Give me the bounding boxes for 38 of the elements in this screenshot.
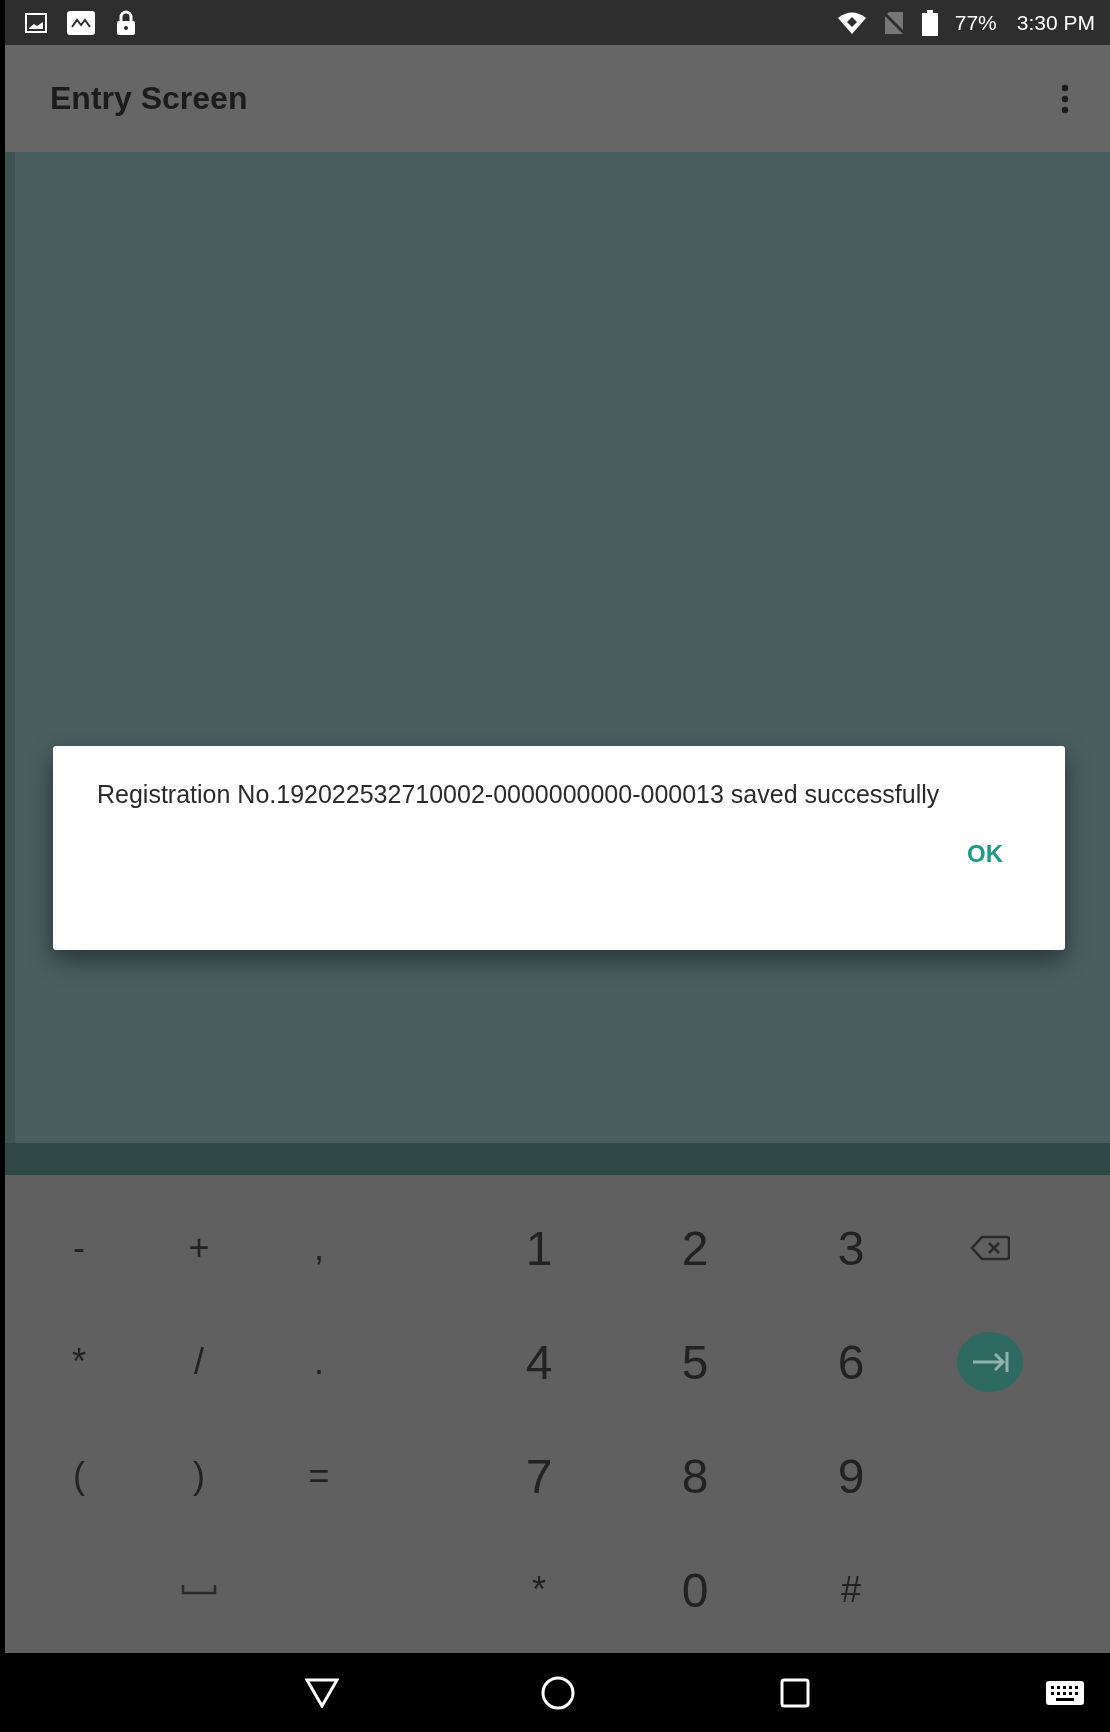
symbol-key[interactable]: - <box>67 1227 91 1269</box>
no-sim-icon <box>882 10 905 35</box>
symbol-key[interactable]: # <box>835 1569 867 1611</box>
symbol-key[interactable]: * <box>66 1341 92 1383</box>
symbol-key[interactable]: * <box>526 1569 552 1611</box>
back-icon[interactable] <box>305 1677 339 1708</box>
mountain-icon <box>67 10 95 35</box>
digit-key[interactable]: 7 <box>519 1448 559 1504</box>
ok-button[interactable]: OK <box>959 836 1011 872</box>
digit-key[interactable]: 5 <box>675 1334 715 1390</box>
digit-key[interactable]: 4 <box>519 1334 559 1390</box>
symbol-key[interactable]: / <box>188 1341 210 1383</box>
symbol-key[interactable]: ) <box>187 1455 211 1497</box>
digit-key[interactable]: 0 <box>675 1562 715 1618</box>
digit-key[interactable]: 9 <box>831 1448 871 1504</box>
digit-key[interactable]: 2 <box>675 1220 715 1276</box>
lock-icon <box>115 9 137 36</box>
wifi-icon <box>836 10 867 35</box>
dialog-message: Registration No.192022532710002-0000000000-000013 saved successfully <box>97 779 941 810</box>
battery-icon <box>920 9 939 36</box>
overflow-menu-icon[interactable] <box>1060 83 1070 114</box>
battery-percent: 77% <box>954 10 997 35</box>
symbol-key[interactable]: . <box>308 1341 330 1383</box>
symbol-key[interactable]: = <box>302 1455 336 1497</box>
digit-key[interactable]: 3 <box>831 1220 871 1276</box>
digit-key[interactable]: 8 <box>675 1448 715 1504</box>
image-icon <box>25 12 47 33</box>
clock-time: 3:30 PM <box>1016 10 1095 35</box>
symbol-key[interactable]: , <box>308 1227 330 1269</box>
next-field-icon[interactable] <box>956 1332 1023 1392</box>
keyboard-icon[interactable] <box>1046 1680 1084 1705</box>
screen-title: Entry Screen <box>50 80 248 117</box>
home-icon[interactable] <box>541 1675 575 1710</box>
digit-key[interactable]: 1 <box>519 1220 559 1276</box>
symbol-key[interactable]: ( <box>67 1455 91 1497</box>
symbol-key[interactable]: + <box>182 1227 216 1269</box>
digit-key[interactable]: 6 <box>831 1334 871 1390</box>
recents-icon[interactable] <box>780 1677 810 1708</box>
